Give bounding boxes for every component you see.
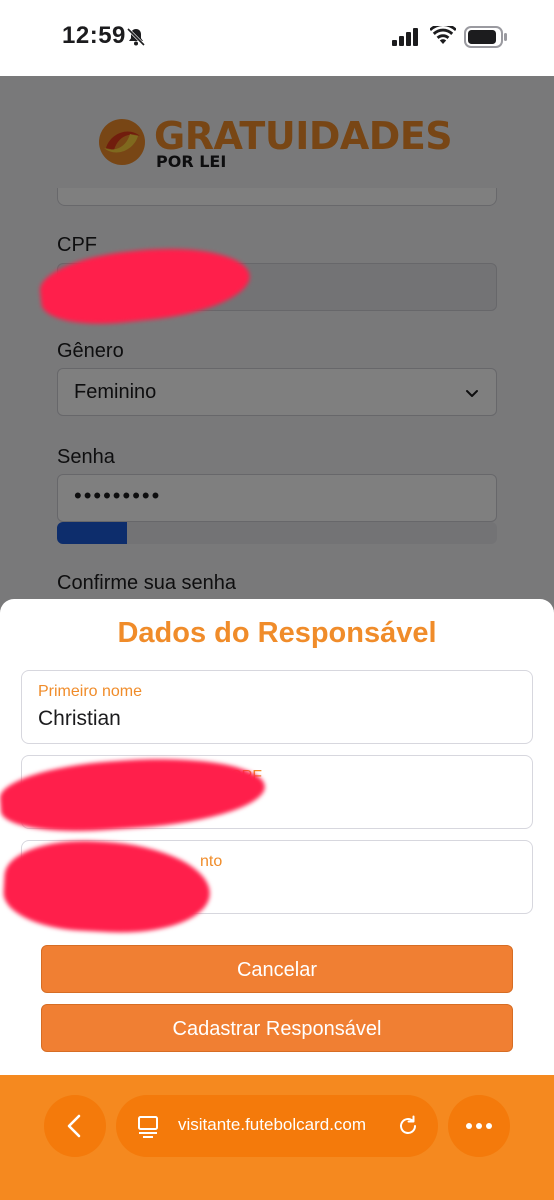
first-name-field[interactable]: Primeiro nome Christian xyxy=(21,670,533,744)
first-name-label: Primeiro nome xyxy=(38,683,143,700)
url-text: visitante.futebolcard.com xyxy=(178,1115,367,1134)
sheet-title: Dados do Responsável xyxy=(117,617,437,649)
register-guardian-button[interactable]: Cadastrar Responsável xyxy=(41,1004,513,1052)
address-bar[interactable]: visitante.futebolcard.com xyxy=(116,1095,438,1157)
more-button[interactable] xyxy=(448,1095,510,1157)
more-dots-icon xyxy=(466,1123,492,1129)
status-bar: 12:59 xyxy=(0,0,554,76)
status-time: 12:59 xyxy=(62,22,126,49)
signal-icon xyxy=(392,28,418,46)
wifi-icon xyxy=(430,26,456,44)
bell-muted-icon xyxy=(126,27,146,47)
page-menu-icon xyxy=(138,1116,158,1138)
cancel-button[interactable]: Cancelar xyxy=(41,945,513,993)
first-name-value: Christian xyxy=(38,707,121,730)
guardian-sheet: Dados do Responsável Primeiro nome Chris… xyxy=(0,599,554,1079)
birth-date-label: nto xyxy=(200,853,223,870)
chevron-left-icon xyxy=(67,1114,81,1138)
browser-toolbar: visitante.futebolcard.com xyxy=(0,1075,554,1200)
reload-icon[interactable] xyxy=(396,1114,420,1138)
battery-icon xyxy=(464,26,507,48)
back-button[interactable] xyxy=(44,1095,106,1157)
